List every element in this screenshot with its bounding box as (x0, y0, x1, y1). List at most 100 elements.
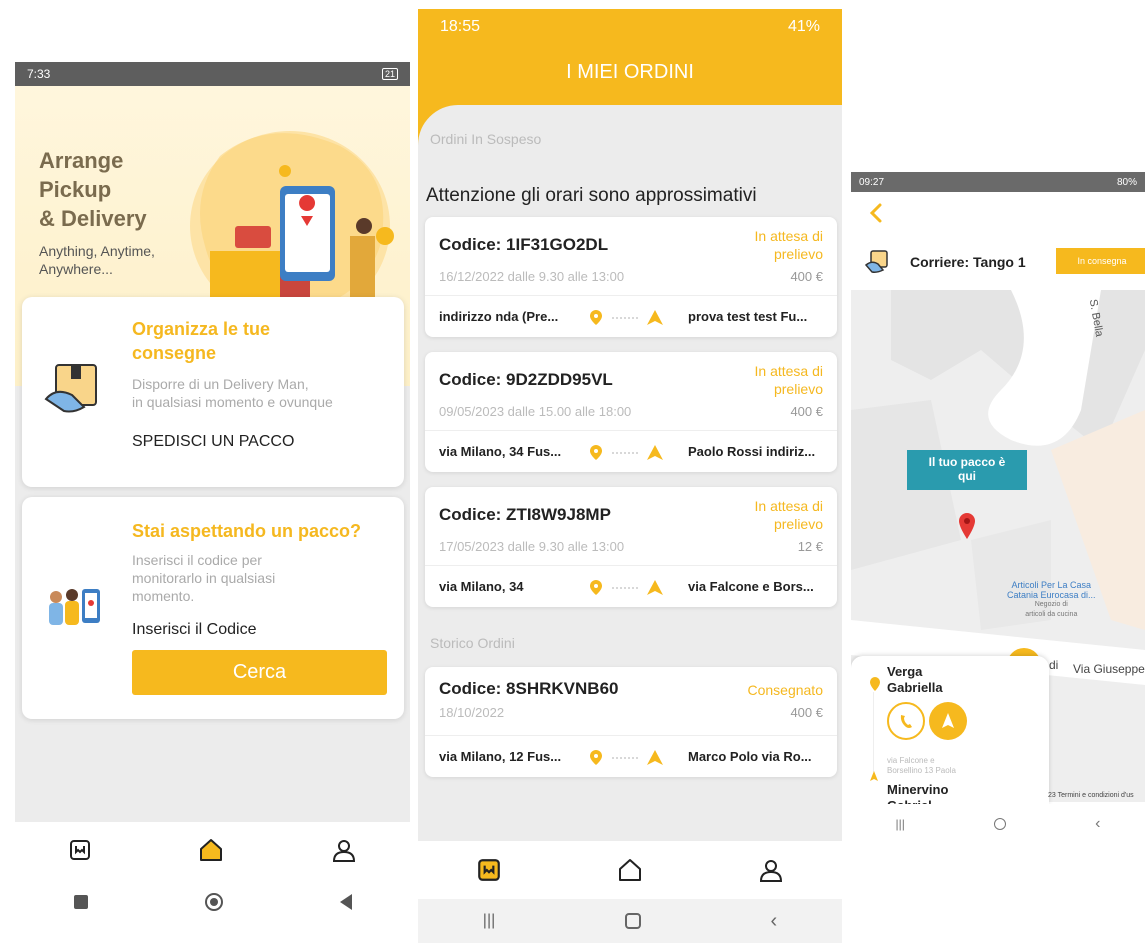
phone-home-screen: 7:33 21 Arrange Pickup & Delivery Anythi… (15, 62, 410, 926)
status-time: 7:33 (27, 67, 51, 81)
call-button[interactable] (887, 702, 925, 740)
order-from: via Milano, 34 (439, 579, 524, 594)
organize-delivery-card[interactable]: Organizza le tue consegne Disporre di un… (22, 297, 404, 487)
order-code: Codice: 9D2ZDD95VL (439, 370, 613, 389)
order-status: In attesa di prelievo (754, 363, 824, 397)
search-button[interactable]: Cerca (132, 650, 387, 695)
code-input[interactable]: Inserisci il Codice (132, 621, 256, 639)
order-route: via Milano, 34 Fus... Paolo Rossi indiri… (425, 430, 837, 472)
profile-icon[interactable] (758, 857, 784, 883)
home-icon[interactable] (617, 857, 643, 883)
order-to: prova test test Fu... (688, 309, 808, 324)
status-battery: 21 (381, 68, 398, 80)
organize-title: Organizza le tue consegne (132, 319, 271, 363)
order-route: indirizzo nda (Pre... prova test test Fu… (425, 295, 837, 337)
phone-tracking-screen: 09:27 80% Corriere: Tango 1 In consegna … (851, 172, 1145, 844)
back-icon[interactable]: ‹ (1095, 815, 1100, 833)
poi-label: Articoli Per La Casa Catania Eurocasa di… (1007, 580, 1096, 618)
order-code: Codice: 8SHRKVNB60 (439, 679, 619, 698)
back-icon[interactable] (339, 894, 352, 910)
order-price: 12 € (797, 539, 823, 554)
order-card[interactable]: Codice: 9D2ZDD95VL In attesa di prelievo … (425, 352, 837, 472)
organize-description: Disporre di un Delivery Man, in qualsias… (132, 376, 333, 410)
order-date: 18/10/2022 (439, 705, 505, 720)
street-label-bottom: Via Giuseppe (1073, 662, 1145, 676)
dropoff-arrow-icon (870, 771, 878, 781)
order-to: via Falcone e Bors... (688, 579, 814, 594)
back-icon[interactable]: ‹ (770, 910, 777, 933)
order-from: via Milano, 34 Fus... (439, 444, 562, 459)
orders-content: Ordini In Sospeso Attenzione gli orari s… (418, 105, 842, 865)
time-notice: Attenzione gli orari sono approssimativi (426, 185, 757, 206)
order-from: indirizzo nda (Pre... (439, 309, 559, 324)
order-route: via Milano, 12 Fus... Marco Polo via Ro.… (425, 735, 837, 777)
street-label-di: di (1049, 658, 1059, 672)
order-date: 17/05/2023 dalle 9.30 alle 13:00 (439, 539, 625, 554)
status-bar: 18:55 41% (418, 9, 842, 45)
order-from: via Milano, 12 Fus... (439, 749, 562, 764)
route-icon (590, 580, 663, 595)
bottom-tab-bar (418, 841, 842, 899)
phone-icon (900, 715, 912, 728)
system-nav-bar: ||| ‹ (418, 899, 842, 943)
navigation-icon (942, 713, 954, 728)
status-badge: In consegna (1056, 248, 1145, 274)
ship-package-button[interactable]: SPEDISCI UN PACCO (132, 433, 294, 451)
recents-icon[interactable] (73, 895, 88, 909)
map-terms[interactable]: 23 Termini e condizioni d'us (1048, 792, 1134, 799)
order-date: 16/12/2022 dalle 9.30 alle 13:00 (439, 269, 625, 284)
status-battery: 41% (787, 18, 820, 35)
order-code: Codice: 1IF31GO2DL (439, 235, 609, 254)
history-section-label: Storico Ordini (430, 635, 515, 651)
map-pin-icon (959, 513, 975, 539)
system-nav-bar (15, 878, 410, 926)
delivery-illustration-icon (190, 131, 394, 321)
hero-subtitle: Anything, Anytime, Anywhere... (39, 243, 155, 277)
order-card[interactable]: Codice: ZTI8W9J8MP In attesa di prelievo … (425, 487, 837, 607)
page-title: I MIEI ORDINI (566, 61, 694, 83)
order-card[interactable]: Codice: 8SHRKVNB60 Consegnato 18/10/2022… (425, 667, 837, 777)
navigate-button[interactable] (929, 702, 967, 740)
delivery-details-sheet: Verga Gabriella via Falcone e Borsellino… (851, 656, 1049, 813)
courier-icon (865, 250, 888, 273)
orders-icon[interactable] (68, 838, 92, 862)
status-battery: 80% (1116, 176, 1137, 188)
order-price: 400 € (790, 404, 823, 419)
status-bar: 7:33 21 (15, 62, 410, 86)
status-time: 09:27 (859, 176, 885, 188)
home-nav-icon[interactable] (624, 913, 641, 929)
recents-icon[interactable]: ||| (896, 817, 905, 831)
order-to: Paolo Rossi indiriz... (688, 444, 816, 459)
status-time: 18:55 (440, 18, 481, 35)
system-nav-bar: ||| ‹ (851, 804, 1145, 844)
waiting-description: Inserisci il codice per monitorarlo in q… (132, 552, 276, 604)
order-card[interactable]: Codice: 1IF31GO2DL In attesa di prelievo … (425, 217, 837, 337)
route-icon (590, 445, 663, 460)
recents-icon[interactable]: ||| (483, 912, 495, 930)
courier-name: Corriere: Tango 1 (910, 254, 1026, 270)
home-icon[interactable] (198, 837, 224, 863)
phone-orders-screen: 18:55 41% I MIEI ORDINI Ordini In Sospes… (418, 9, 842, 943)
order-to: Marco Polo via Ro... (688, 749, 812, 764)
route-icon (590, 750, 663, 765)
route-line (873, 692, 874, 772)
order-price: 400 € (790, 705, 823, 720)
pending-section-label: Ordini In Sospeso (430, 131, 542, 147)
order-status: In attesa di prelievo (754, 228, 824, 262)
waiting-title: Stai aspettando un pacco? (132, 521, 362, 541)
courier-row: Corriere: Tango 1 In consegna (865, 248, 1145, 278)
pickup-address: via Falcone e Borsellino 13 Paola (887, 756, 956, 775)
profile-icon[interactable] (331, 837, 357, 863)
home-nav-icon[interactable] (994, 818, 1006, 830)
order-code: Codice: ZTI8W9J8MP (439, 505, 611, 524)
order-price: 400 € (790, 269, 823, 284)
order-date: 09/05/2023 dalle 15.00 alle 18:00 (439, 404, 632, 419)
home-nav-icon[interactable] (204, 893, 223, 911)
back-arrow-icon[interactable] (869, 202, 883, 224)
order-status: In attesa di prelievo (754, 498, 824, 532)
route-icon (590, 310, 663, 325)
people-phone-icon (49, 589, 100, 625)
package-location-tooltip: Il tuo pacco è qui (907, 450, 1027, 490)
order-route: via Milano, 34 via Falcone e Bors... (425, 565, 837, 607)
orders-icon[interactable] (476, 857, 502, 883)
